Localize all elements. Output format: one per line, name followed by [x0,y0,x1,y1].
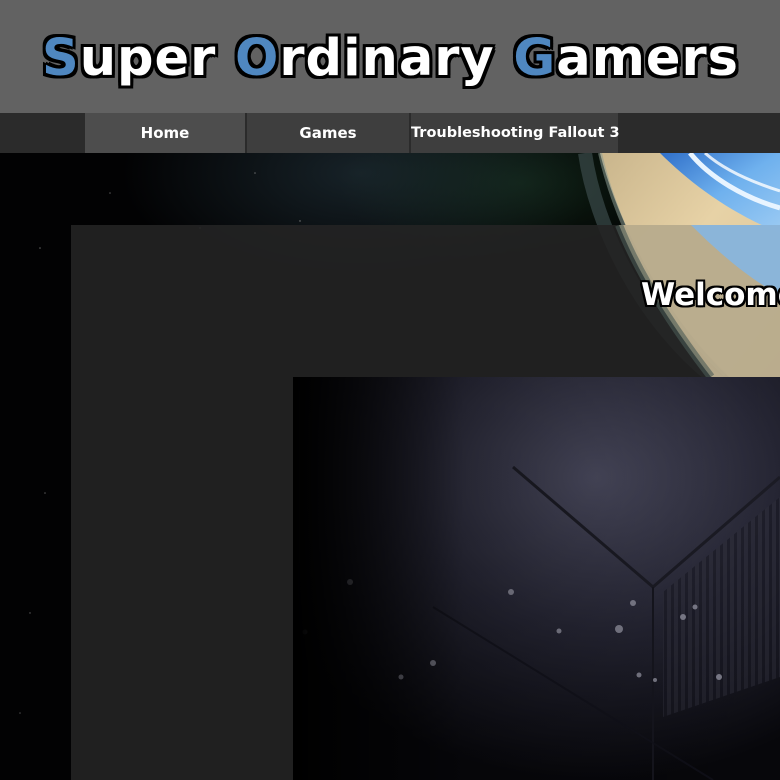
dark-corridor-image [293,377,780,780]
site-title-word-amers: amers [556,29,739,88]
site-title[interactable]: Super Ordinary Gamers [42,28,739,90]
site-title-word-uper: uper [79,29,236,88]
site-title-initial-s: S [42,29,80,88]
featured-game-screenshot [293,377,780,780]
welcome-heading: Welcome [641,277,780,313]
nav-item-home[interactable]: Home [85,113,245,153]
nav-item-troubleshooting-fallout-3[interactable]: Troubleshooting Fallout 3 [411,113,620,153]
site-title-word-rdinary: rdinary [279,29,514,88]
main-navigation: Home Games Troubleshooting Fallout 3 [0,113,780,153]
nav-item-games[interactable]: Games [247,113,409,153]
site-header: Super Ordinary Gamers [0,0,780,113]
site-title-initial-g: G [513,29,557,88]
site-title-initial-o: O [235,29,280,88]
